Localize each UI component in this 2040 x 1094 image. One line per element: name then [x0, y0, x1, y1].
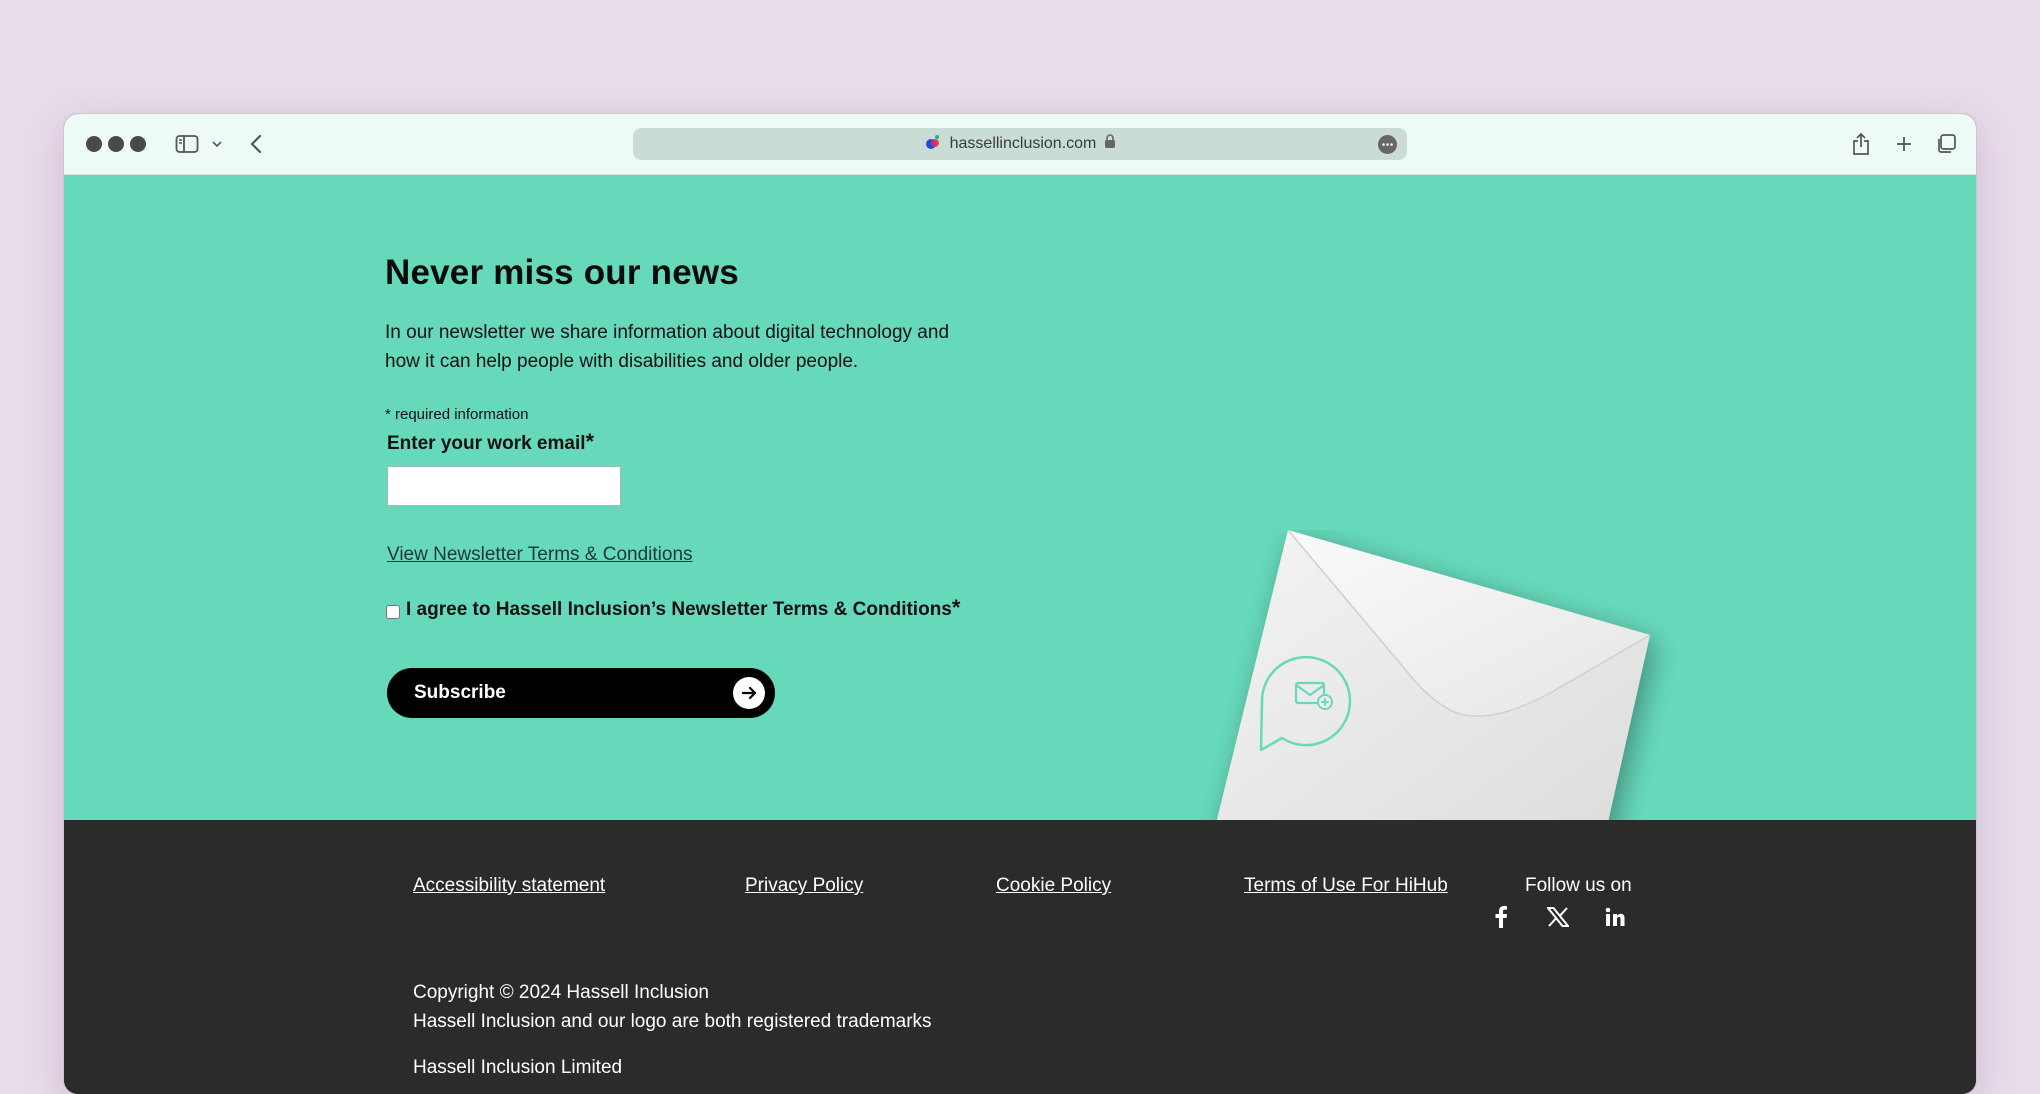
footer-link-terms-hihub[interactable]: Terms of Use For HiHub — [1244, 875, 1448, 897]
footer-link-cookie[interactable]: Cookie Policy — [996, 875, 1111, 897]
email-input[interactable] — [387, 466, 621, 506]
footer-link-accessibility[interactable]: Accessibility statement — [413, 875, 605, 897]
agree-terms-row: I agree to Hassell Inclusion’s Newslette… — [386, 595, 960, 625]
newsletter-intro: In our newsletter we share information a… — [385, 322, 950, 372]
company-name: Hassell Inclusion Limited — [413, 1057, 623, 1078]
newsletter-section: Never miss our news In our newsletter we… — [64, 175, 1976, 820]
agree-required-marker: * — [951, 595, 961, 620]
copyright-text: Copyright © 2024 Hassell Inclusion — [413, 982, 709, 1003]
email-label-text: Enter your work email — [387, 433, 586, 454]
required-info-note: * required information — [385, 406, 529, 423]
agree-terms-text: I agree to Hassell Inclusion’s Newslette… — [406, 599, 952, 620]
site-favicon-icon — [924, 133, 942, 156]
newsletter-title: Never miss our news — [385, 253, 739, 292]
facebook-icon[interactable] — [1487, 903, 1515, 931]
required-marker: * — [585, 429, 595, 454]
arrow-right-icon — [733, 677, 765, 709]
minimize-window-button[interactable] — [108, 136, 124, 152]
sidebar-toggle-icon[interactable] — [174, 130, 200, 158]
browser-toolbar: hassellinclusion.com — [64, 114, 1976, 175]
url-text: hassellinclusion.com — [949, 135, 1097, 152]
footer-link-privacy[interactable]: Privacy Policy — [745, 875, 863, 897]
agree-terms-label[interactable]: I agree to Hassell Inclusion’s Newslette… — [406, 595, 960, 625]
new-tab-icon[interactable] — [1892, 130, 1916, 158]
tab-overview-icon[interactable] — [1934, 130, 1958, 158]
chevron-down-icon[interactable] — [210, 130, 224, 158]
agree-terms-checkbox[interactable] — [386, 605, 400, 619]
share-icon[interactable] — [1849, 130, 1873, 158]
email-label: Enter your work email* — [387, 429, 594, 459]
page-menu-icon[interactable] — [1378, 135, 1397, 154]
site-footer: Accessibility statement Privacy Policy C… — [64, 820, 1976, 1094]
address-bar[interactable]: hassellinclusion.com — [633, 128, 1407, 160]
trademark-text: Hassell Inclusion and our logo are both … — [413, 1011, 932, 1032]
follow-us-label: Follow us on — [1525, 875, 1632, 896]
newsletter-terms-link[interactable]: View Newsletter Terms & Conditions — [387, 544, 693, 566]
subscribe-button[interactable]: Subscribe — [387, 668, 775, 718]
envelope-illustration — [1216, 530, 1651, 820]
lock-icon — [1104, 134, 1116, 154]
subscribe-label: Subscribe — [414, 682, 506, 703]
close-window-button[interactable] — [86, 136, 102, 152]
linkedin-icon[interactable] — [1601, 903, 1629, 931]
back-button[interactable] — [246, 130, 266, 158]
x-icon[interactable] — [1544, 903, 1572, 931]
browser-window: hassellinclusion.com Never miss our news… — [64, 114, 1976, 1094]
zoom-window-button[interactable] — [130, 136, 146, 152]
